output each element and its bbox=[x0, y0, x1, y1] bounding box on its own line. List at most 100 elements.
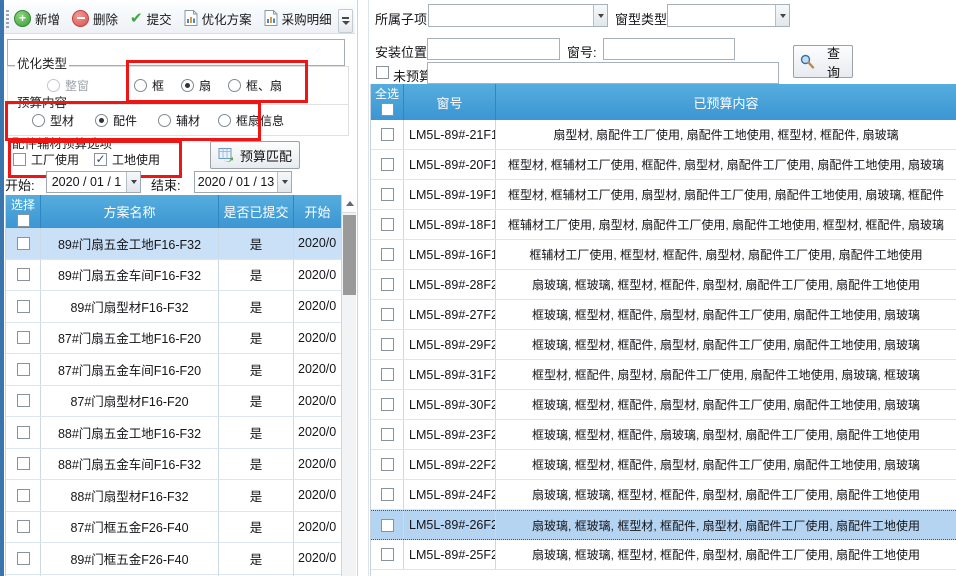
row-checkbox[interactable] bbox=[381, 278, 394, 291]
budget-table-row[interactable]: LM5L-89#-18F16框辅材工厂使用, 扇型材, 扇配件工厂使用, 扇配件… bbox=[371, 210, 956, 240]
row-checkbox[interactable] bbox=[17, 520, 30, 533]
plan-table-row[interactable]: 89#门扇五金工地F16-F32是2020/0 bbox=[6, 228, 342, 260]
row-checkbox[interactable] bbox=[381, 428, 394, 441]
budget-table-row[interactable]: LM5L-89#-20F18框型材, 框辅材工厂使用, 框配件, 扇型材, 扇配… bbox=[371, 150, 956, 180]
row-checkbox[interactable] bbox=[381, 128, 394, 141]
optimize-type-option-2[interactable]: 扇 bbox=[181, 74, 211, 96]
plan-table-row[interactable]: 87#门扇五金车间F16-F20是2020/0 bbox=[6, 354, 342, 386]
select-all-checkbox[interactable] bbox=[17, 214, 30, 227]
unbudgeted-checkbox[interactable] bbox=[376, 66, 389, 79]
sub-item-dropdown-button[interactable] bbox=[593, 5, 607, 26]
budget-table-row[interactable]: LM5L-89#-26F24扇玻璃, 框玻璃, 框型材, 框配件, 扇型材, 扇… bbox=[371, 510, 956, 540]
plan-name-header[interactable]: 方案名称 bbox=[41, 195, 219, 228]
search-icon bbox=[800, 54, 815, 69]
check-all-checkbox[interactable] bbox=[381, 103, 394, 116]
usage-option-0[interactable]: 工厂使用 bbox=[13, 148, 79, 170]
budget-table-row[interactable]: LM5L-89#-21F19扇型材, 扇配件工厂使用, 扇配件工地使用, 框型材… bbox=[371, 120, 956, 150]
budget-content-option-3[interactable]: 框扇信息 bbox=[218, 109, 284, 131]
row-checkbox[interactable] bbox=[17, 300, 30, 313]
plan-table-row[interactable]: 87#门扇型材F16-F20是2020/0 bbox=[6, 386, 342, 418]
budget-table-row[interactable]: LM5L-89#-25F23扇玻璃, 框玻璃, 框型材, 框配件, 扇型材, 扇… bbox=[371, 540, 956, 570]
budgeted-content-header[interactable]: 已预算内容 bbox=[496, 84, 956, 120]
budget-table-row[interactable]: LM5L-89#-29F27框玻璃, 框型材, 框配件, 扇型材, 扇配件工厂使… bbox=[371, 330, 956, 360]
row-checkbox[interactable] bbox=[17, 457, 30, 470]
row-checkbox[interactable] bbox=[381, 458, 394, 471]
toolbar-overflow-button[interactable] bbox=[338, 9, 353, 33]
add-button[interactable]: + 新增 bbox=[14, 9, 60, 28]
scrollbar-thumb[interactable] bbox=[343, 215, 356, 295]
budget-content-option-0[interactable]: 型材 bbox=[32, 109, 74, 131]
row-checkbox[interactable] bbox=[381, 488, 394, 501]
window-type-dropdown-button[interactable] bbox=[775, 5, 789, 26]
start-date-dropdown-button[interactable] bbox=[126, 172, 140, 192]
plan-table-row[interactable]: 88#门扇五金工地F16-F32是2020/0 bbox=[6, 417, 342, 449]
install-position-input[interactable] bbox=[427, 38, 560, 60]
usage-option-1[interactable]: ✓工地使用 bbox=[94, 148, 160, 170]
start-date-picker[interactable]: 2020 / 01 / 1 bbox=[46, 171, 141, 193]
row-checkbox[interactable] bbox=[381, 338, 394, 351]
window-no-cell: LM5L-89#-22F20 bbox=[404, 450, 496, 479]
row-checkbox[interactable] bbox=[381, 519, 394, 532]
row-checkbox[interactable] bbox=[17, 552, 30, 565]
budget-table-row[interactable]: LM5L-89#-31F29框型材, 框配件, 扇型材, 扇配件工厂使用, 扇配… bbox=[371, 360, 956, 390]
plan-table-row[interactable]: 89#门框五金F26-F40是2020/0 bbox=[6, 543, 342, 575]
row-checkbox[interactable] bbox=[381, 548, 394, 561]
plan-table-body: 89#门扇五金工地F16-F32是2020/089#门扇五金车间F16-F32是… bbox=[6, 228, 357, 576]
query-button[interactable]: 查询 bbox=[793, 45, 853, 78]
start-header[interactable]: 开始 bbox=[294, 195, 341, 228]
optimize-plan-button[interactable]: 优化方案 bbox=[184, 9, 252, 28]
panel-splitter[interactable] bbox=[356, 0, 370, 576]
plan-table-row[interactable]: 88#门扇五金车间F16-F32是2020/0 bbox=[6, 449, 342, 481]
budget-match-button[interactable]: 预算匹配 bbox=[210, 141, 300, 169]
budget-content-option-1[interactable]: 配件 bbox=[95, 109, 137, 131]
purchase-detail-button[interactable]: 采购明细 bbox=[264, 9, 346, 28]
row-checkbox[interactable] bbox=[17, 237, 30, 250]
window-no-cell: LM5L-89#-31F29 bbox=[404, 360, 496, 389]
row-checkbox[interactable] bbox=[17, 331, 30, 344]
budget-content-option-2[interactable]: 辅材 bbox=[158, 109, 200, 131]
row-checkbox[interactable] bbox=[17, 489, 30, 502]
optimize-type-option-1[interactable]: 框 bbox=[134, 74, 164, 96]
end-date-picker[interactable]: 2020 / 01 / 13 bbox=[194, 171, 292, 193]
budget-table-row[interactable]: LM5L-89#-30F28框玻璃, 框型材, 框配件, 扇型材, 扇配件工厂使… bbox=[371, 390, 956, 420]
plan-table-scrollbar[interactable] bbox=[341, 195, 357, 576]
submit-button[interactable]: ✔ 提交 bbox=[130, 9, 172, 28]
budget-table-row[interactable]: LM5L-89#-28F26扇玻璃, 框玻璃, 框型材, 框配件, 扇型材, 扇… bbox=[371, 270, 956, 300]
window-no-header[interactable]: 窗号 bbox=[404, 84, 496, 120]
budget-table-row[interactable]: LM5L-89#-24F22扇玻璃, 框玻璃, 框型材, 框配件, 扇型材, 扇… bbox=[371, 480, 956, 510]
optimize-type-option-3[interactable]: 框、扇 bbox=[228, 74, 282, 96]
plan-table-row[interactable]: 88#门扇型材F16-F32是2020/0 bbox=[6, 480, 342, 512]
sub-item-combo[interactable] bbox=[428, 4, 608, 27]
end-date-dropdown-button[interactable] bbox=[277, 172, 291, 192]
row-checkbox[interactable] bbox=[381, 308, 394, 321]
plan-table-row[interactable]: 87#门扇五金工地F16-F20是2020/0 bbox=[6, 323, 342, 355]
unbudgeted-input[interactable] bbox=[427, 62, 779, 84]
row-checkbox[interactable] bbox=[381, 368, 394, 381]
plan-table-row[interactable]: 89#门扇五金车间F16-F32是2020/0 bbox=[6, 260, 342, 292]
row-checkbox[interactable] bbox=[17, 426, 30, 439]
budget-table-row[interactable]: LM5L-89#-16F15框辅材工厂使用, 框型材, 框配件, 扇型材, 扇配… bbox=[371, 240, 956, 270]
scrollbar-up-button[interactable] bbox=[342, 195, 357, 213]
budget-table-row[interactable]: LM5L-89#-19F17框型材, 框辅材工厂使用, 扇型材, 扇配件工厂使用… bbox=[371, 180, 956, 210]
budget-table-row[interactable]: LM5L-89#-27F25框玻璃, 框型材, 框配件, 扇型材, 扇配件工厂使… bbox=[371, 300, 956, 330]
budget-table-header: 全选 窗号 已预算内容 bbox=[371, 84, 956, 120]
row-checkbox[interactable] bbox=[381, 218, 394, 231]
row-checkbox[interactable] bbox=[17, 268, 30, 281]
row-checkbox[interactable] bbox=[17, 394, 30, 407]
row-checkbox[interactable] bbox=[381, 158, 394, 171]
delete-button[interactable]: 删除 bbox=[72, 9, 118, 28]
start-date-label: 开始: bbox=[5, 175, 35, 194]
plan-table-row[interactable]: 89#门扇型材F16-F32是2020/0 bbox=[6, 291, 342, 323]
budget-table-row[interactable]: LM5L-89#-23F21框玻璃, 框型材, 框配件, 扇玻璃, 扇型材, 扇… bbox=[371, 420, 956, 450]
row-checkbox[interactable] bbox=[381, 398, 394, 411]
window-no-input[interactable] bbox=[603, 38, 735, 60]
budget-table-row[interactable]: LM5L-89#-22F20框玻璃, 框型材, 框配件, 扇型材, 扇配件工厂使… bbox=[371, 450, 956, 480]
radio-icon bbox=[181, 79, 194, 92]
submitted-header[interactable]: 是否已提交 bbox=[219, 195, 294, 228]
window-type-combo[interactable] bbox=[667, 4, 790, 27]
row-checkbox[interactable] bbox=[381, 188, 394, 201]
toolbar-grip[interactable] bbox=[6, 10, 9, 28]
row-checkbox[interactable] bbox=[381, 248, 394, 261]
row-checkbox[interactable] bbox=[17, 363, 30, 376]
plan-table-row[interactable]: 87#门框五金F26-F40是2020/0 bbox=[6, 512, 342, 544]
